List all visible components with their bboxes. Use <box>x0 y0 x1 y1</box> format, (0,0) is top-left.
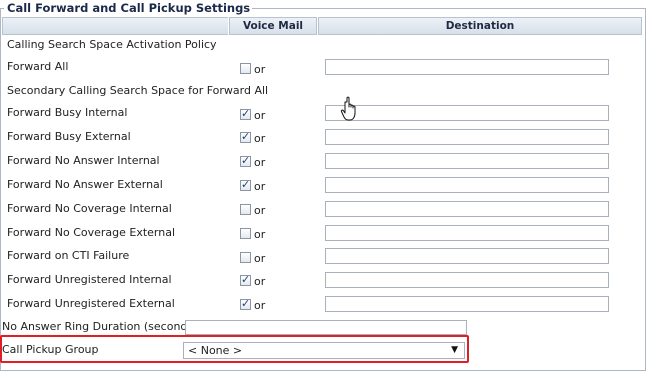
row-label: Forward Unregistered Internal <box>7 273 172 286</box>
voice-mail-checkbox[interactable] <box>240 63 251 74</box>
hand-pointer-icon <box>340 96 356 121</box>
voice-mail-checkbox[interactable] <box>240 178 251 191</box>
column-header-destination: Destination <box>318 17 642 35</box>
or-label: or <box>254 204 266 217</box>
column-header-blank <box>2 17 228 35</box>
voice-mail-checkbox[interactable] <box>240 107 251 120</box>
or-label: or <box>254 63 266 76</box>
or-label: or <box>254 228 266 241</box>
forward-no-answer-internal-destination-input[interactable] <box>325 153 609 169</box>
voice-mail-checkbox[interactable] <box>240 130 251 143</box>
or-label: or <box>254 132 266 145</box>
forward-unregistered-external-destination-input[interactable] <box>325 296 609 312</box>
ring-duration-label: No Answer Ring Duration (seconds) <box>2 320 198 333</box>
ring-duration-input[interactable] <box>185 320 467 335</box>
fieldset-border <box>0 370 646 371</box>
row-label: Forward Busy External <box>7 130 131 143</box>
forward-no-answer-external-destination-input[interactable] <box>325 177 609 193</box>
row-label: Forward Busy Internal <box>7 106 128 119</box>
fieldset-border <box>0 8 1 370</box>
row-label: Forward No Coverage External <box>7 226 176 239</box>
forward-cti-failure-destination-input[interactable] <box>325 248 609 264</box>
row-label: Forward No Answer External <box>7 178 163 191</box>
row-label: Forward No Answer Internal <box>7 154 160 167</box>
forward-busy-internal-destination-input[interactable] <box>325 105 609 121</box>
row-label: Calling Search Space Activation Policy <box>7 38 217 51</box>
voice-mail-checkbox[interactable] <box>240 273 251 286</box>
voice-mail-checkbox[interactable] <box>240 204 251 215</box>
row-label: Forward No Coverage Internal <box>7 202 172 215</box>
row-label: Forward Unregistered External <box>7 297 175 310</box>
or-label: or <box>254 109 266 122</box>
or-label: or <box>254 299 266 312</box>
forward-busy-external-destination-input[interactable] <box>325 129 609 145</box>
highlight-box <box>0 335 469 363</box>
forward-all-destination-input[interactable] <box>325 59 609 75</box>
column-header-voice-mail: Voice Mail <box>229 17 317 35</box>
voice-mail-checkbox[interactable] <box>240 297 251 310</box>
forward-unregistered-internal-destination-input[interactable] <box>325 272 609 288</box>
section-title: Call Forward and Call Pickup Settings <box>5 1 253 15</box>
voice-mail-checkbox[interactable] <box>240 154 251 167</box>
or-label: or <box>254 180 266 193</box>
or-label: or <box>254 156 266 169</box>
forward-no-coverage-external-destination-input[interactable] <box>325 225 609 241</box>
voice-mail-checkbox[interactable] <box>240 252 251 263</box>
row-label: Secondary Calling Search Space for Forwa… <box>7 84 269 97</box>
forward-no-coverage-internal-destination-input[interactable] <box>325 201 609 217</box>
or-label: or <box>254 252 266 265</box>
row-label: Forward on CTI Failure <box>7 249 130 262</box>
row-label: Forward All <box>7 60 69 73</box>
or-label: or <box>254 275 266 288</box>
voice-mail-checkbox[interactable] <box>240 228 251 239</box>
fieldset-border <box>224 8 646 9</box>
